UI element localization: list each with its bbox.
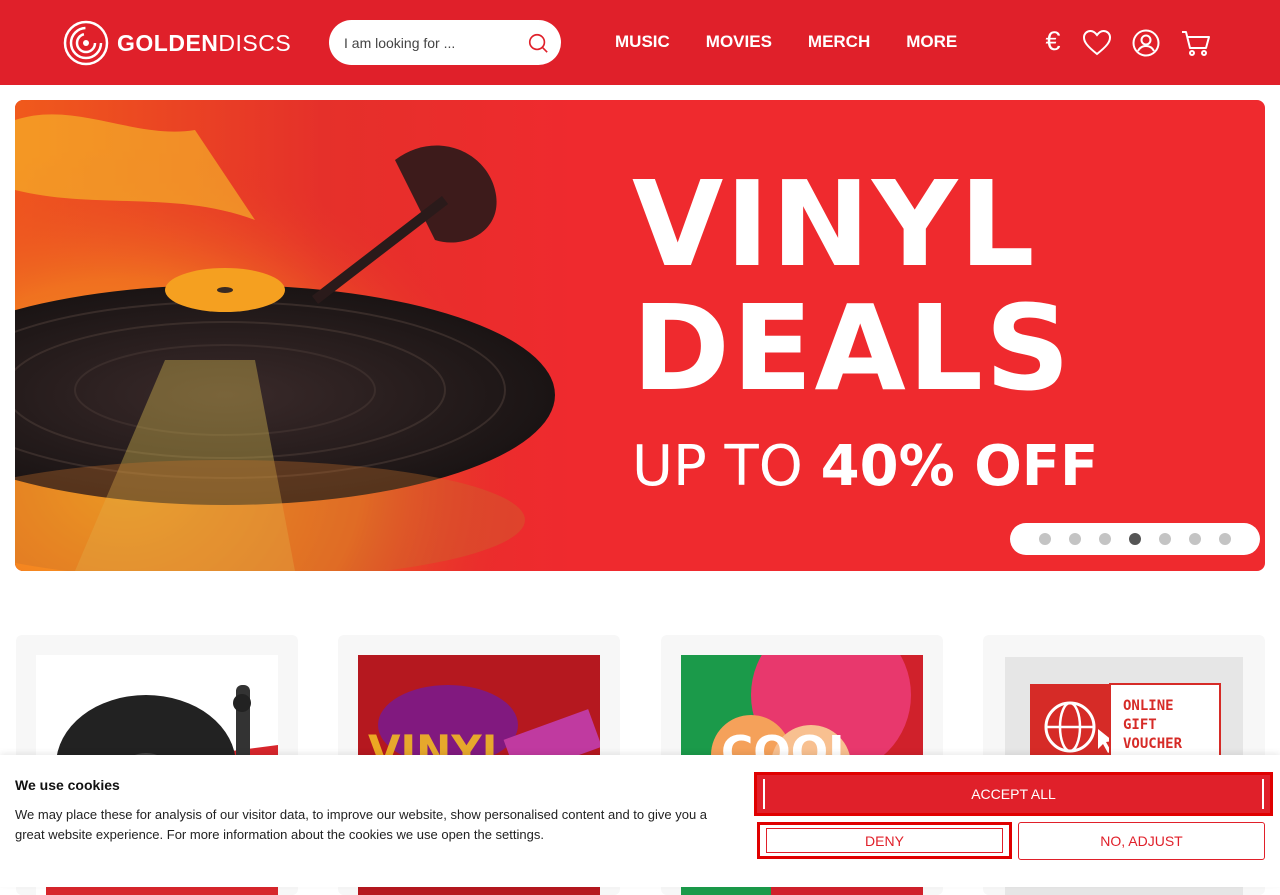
hero-sub-upto: UP TO bbox=[632, 434, 803, 499]
accept-all-label: ACCEPT ALL bbox=[971, 786, 1056, 802]
adjust-label: NO, ADJUST bbox=[1100, 833, 1183, 849]
hero-line-vinyl: VINYL bbox=[632, 155, 1037, 293]
main-nav: MUSIC MOVIES MERCH MORE bbox=[615, 32, 993, 52]
nav-more[interactable]: MORE bbox=[906, 32, 957, 52]
deny-label: DENY bbox=[865, 832, 904, 849]
carousel-dot-active[interactable] bbox=[1129, 533, 1141, 545]
carousel-dot[interactable] bbox=[1069, 533, 1081, 545]
hero-sub-discount: 40% OFF bbox=[820, 434, 1099, 499]
nav-movies[interactable]: MOVIES bbox=[706, 32, 772, 52]
heart-icon[interactable] bbox=[1082, 28, 1112, 58]
carousel-dot[interactable] bbox=[1219, 533, 1231, 545]
hero-line-deals: DEALS bbox=[632, 279, 1073, 417]
deny-button[interactable]: DENY bbox=[757, 822, 1012, 859]
carousel-dot[interactable] bbox=[1039, 533, 1051, 545]
gift-voucher-label: ONLINE GIFT VOUCHER bbox=[1123, 698, 1183, 752]
nav-music[interactable]: MUSIC bbox=[615, 32, 670, 52]
adjust-button[interactable]: NO, ADJUST bbox=[1018, 822, 1265, 860]
hero-banner[interactable]: VINYL DEALS UP TO 40% OFF bbox=[15, 100, 1265, 571]
cookie-text: We may place these for analysis of our v… bbox=[15, 807, 708, 842]
search-input[interactable] bbox=[344, 20, 524, 65]
carousel-dots bbox=[1010, 523, 1260, 555]
search-bar bbox=[329, 20, 561, 65]
accept-all-button[interactable]: ACCEPT ALL bbox=[754, 772, 1273, 816]
carousel-dot[interactable] bbox=[1099, 533, 1111, 545]
site-header: GOLDENDISCS MUSIC MOVIES MERCH MORE € bbox=[0, 0, 1280, 85]
currency-selector[interactable]: € bbox=[1038, 26, 1068, 56]
hero-title: VINYL DEALS bbox=[632, 162, 1072, 410]
logo-mark-icon bbox=[63, 20, 109, 66]
nav-merch[interactable]: MERCH bbox=[808, 32, 870, 52]
cart-icon[interactable] bbox=[1181, 28, 1211, 58]
carousel-dot[interactable] bbox=[1189, 533, 1201, 545]
hero-subtitle: UP TO 40% OFF bbox=[632, 437, 1098, 497]
cookie-title: We use cookies bbox=[15, 777, 120, 793]
turntable-photo bbox=[15, 100, 575, 571]
account-icon[interactable] bbox=[1131, 28, 1161, 58]
goldendiscs-logo[interactable]: GOLDENDISCS bbox=[63, 20, 291, 66]
logo-wordmark: GOLDENDISCS bbox=[117, 29, 292, 56]
search-icon[interactable] bbox=[527, 32, 549, 54]
carousel-dot[interactable] bbox=[1159, 533, 1171, 545]
cookie-banner: We use cookies We may place these for an… bbox=[0, 755, 1280, 887]
